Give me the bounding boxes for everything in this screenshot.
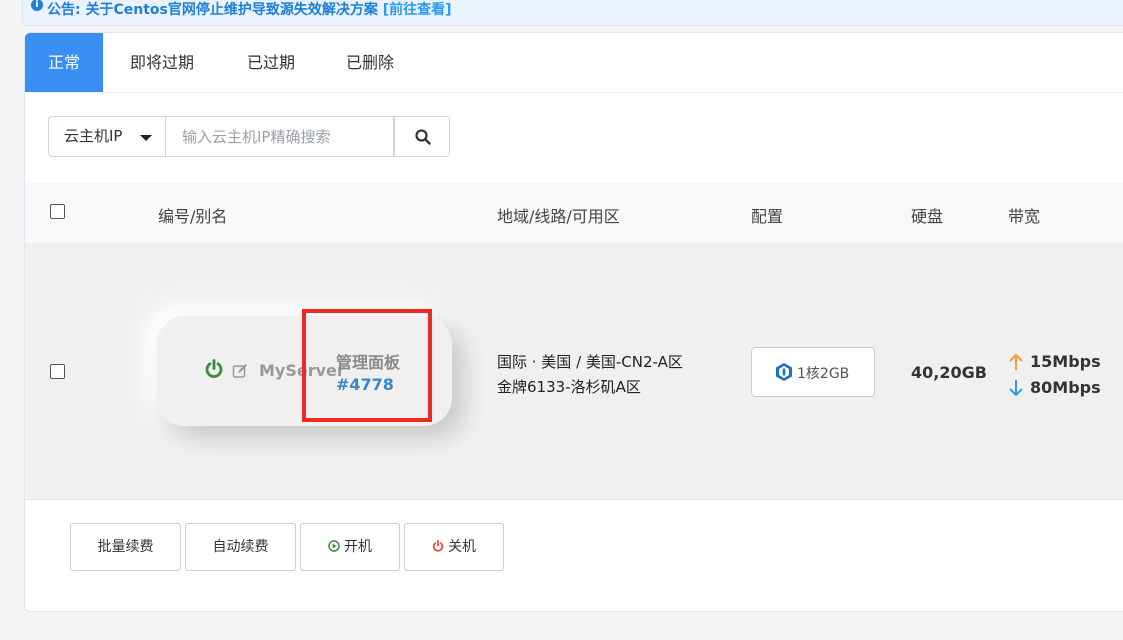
config-badge[interactable]: 1核2GB xyxy=(751,347,875,397)
search-button[interactable] xyxy=(394,116,450,157)
bandwidth-cell: 15Mbps 80Mbps xyxy=(1008,349,1101,401)
table-row: MyServer 管理面板 #4778 国际 · 美国 / 美国-CN2-A区 … xyxy=(25,243,1123,500)
search-input[interactable] xyxy=(166,116,394,157)
notice-text: 公告: 关于Centos官网停止维护导致源失效解决方案 [前往查看] xyxy=(47,2,452,18)
power-icon xyxy=(432,539,444,551)
bandwidth-up: 15Mbps xyxy=(1008,349,1101,375)
arrow-down-icon xyxy=(1009,380,1023,397)
highlight-box xyxy=(302,309,432,422)
region-cell: 国际 · 美国 / 美国-CN2-A区 金牌6133-洛杉矶A区 xyxy=(497,350,683,400)
power-on-button[interactable]: 开机 xyxy=(300,523,400,571)
edit-icon[interactable] xyxy=(232,363,248,379)
select-all-checkbox[interactable] xyxy=(50,204,65,219)
row-checkbox[interactable] xyxy=(50,364,65,379)
header-region: 地域/线路/可用区 xyxy=(497,207,620,226)
batch-renew-button[interactable]: 批量续费 xyxy=(70,523,181,571)
caret-down-icon xyxy=(140,135,152,141)
zone-line: 金牌6133-洛杉矶A区 xyxy=(497,378,641,396)
info-icon: i xyxy=(31,0,43,11)
region-line: 国际 · 美国 / 美国-CN2-A区 xyxy=(497,353,683,371)
config-label: 1核2GB xyxy=(797,366,850,382)
notice-bar: i 公告: 关于Centos官网停止维护导致源失效解决方案 [前往查看] xyxy=(22,0,1123,26)
tab-normal[interactable]: 正常 xyxy=(25,33,104,92)
table-header: 编号/别名 地域/线路/可用区 配置 硬盘 带宽 xyxy=(25,183,1123,243)
play-circle-icon xyxy=(328,539,340,552)
tab-deleted[interactable]: 已删除 xyxy=(346,33,394,92)
header-bandwidth: 带宽 xyxy=(1008,207,1041,226)
auto-renew-button[interactable]: 自动续费 xyxy=(185,523,296,571)
search-icon xyxy=(415,129,431,145)
disk-size: 40,20GB xyxy=(911,363,987,382)
header-config: 配置 xyxy=(751,207,784,226)
power-icon[interactable] xyxy=(204,359,224,379)
cpu-icon xyxy=(776,363,792,381)
arrow-up-icon xyxy=(1009,353,1023,370)
power-off-button[interactable]: 关机 xyxy=(404,523,504,571)
header-disk: 硬盘 xyxy=(911,207,944,226)
bandwidth-down: 80Mbps xyxy=(1008,375,1101,401)
status-tabs: 正常 即将过期 已过期 已删除 xyxy=(25,33,1123,93)
search-field-select[interactable]: 云主机IP xyxy=(48,116,166,157)
header-id-alias: 编号/别名 xyxy=(158,207,228,226)
tab-expiring[interactable]: 即将过期 xyxy=(130,33,194,92)
tab-expired[interactable]: 已过期 xyxy=(247,33,295,92)
notice-link[interactable]: [前往查看] xyxy=(383,2,452,18)
server-list-panel: 正常 即将过期 已过期 已删除 云主机IP 编号/别名 地域/线路/可用区 配置… xyxy=(24,32,1123,612)
